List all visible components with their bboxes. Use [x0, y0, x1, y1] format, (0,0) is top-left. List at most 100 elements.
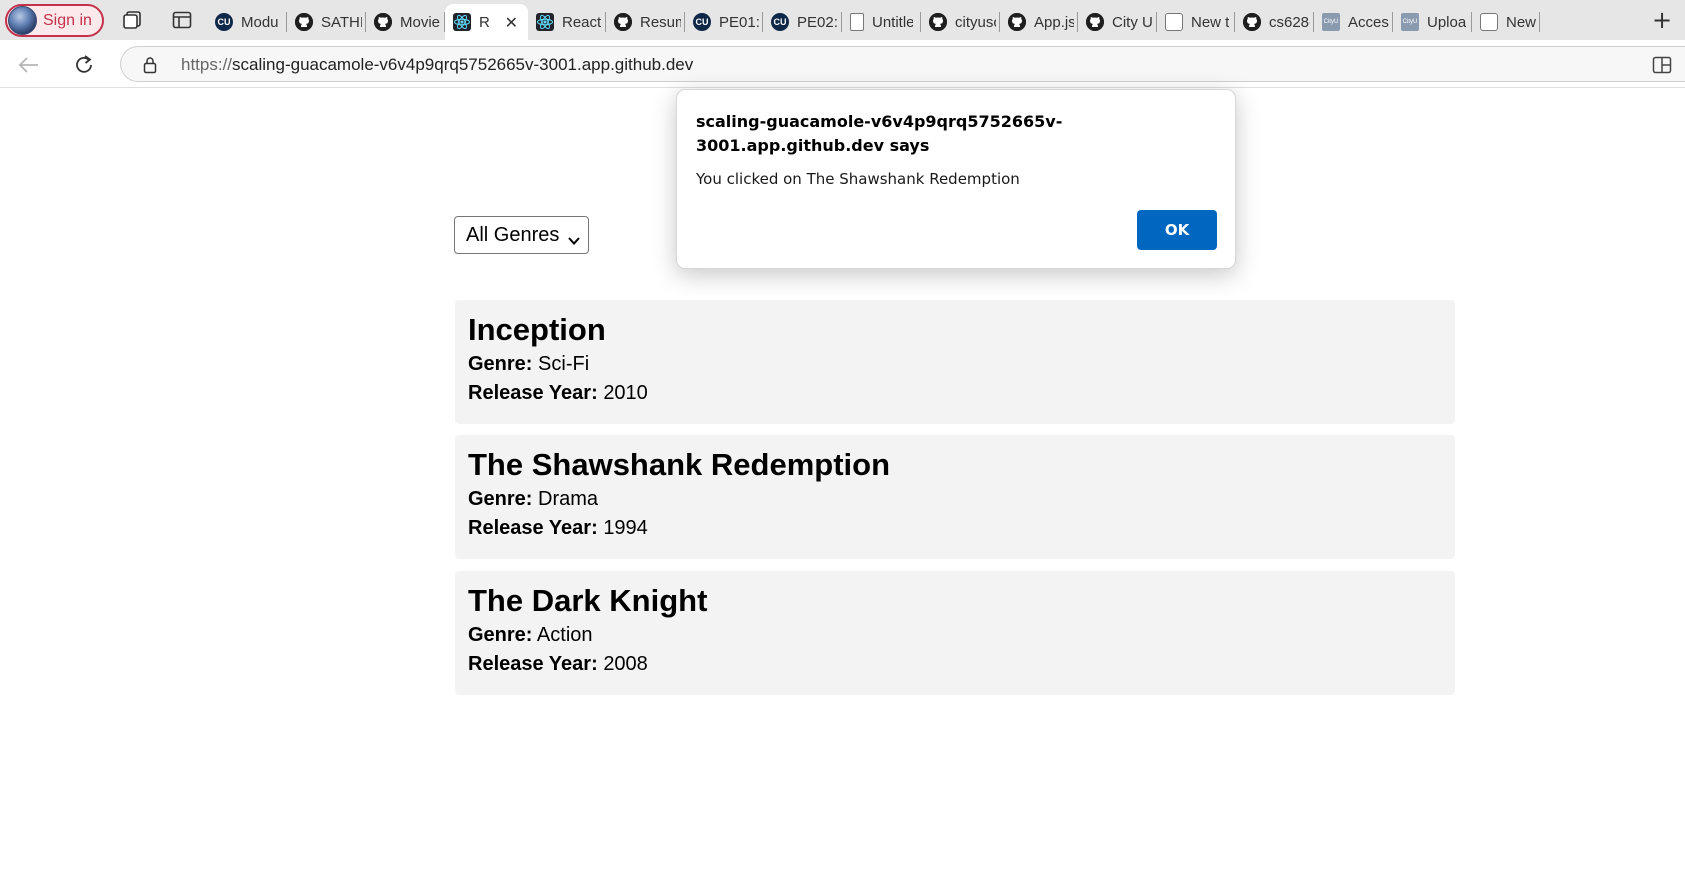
github-icon: [1008, 13, 1026, 31]
workspaces-button[interactable]: [120, 8, 146, 32]
react-icon: [453, 13, 471, 31]
browser-tab[interactable]: R ✕: [445, 4, 528, 40]
url-host: scaling-guacamole-v6v4p9qrq5752665v-3001…: [232, 55, 694, 74]
movie-title: The Dark Knight: [468, 583, 708, 618]
browser-tab[interactable]: cs628-: [1235, 4, 1314, 40]
new-tab-icon: [1480, 13, 1498, 31]
browser-tab[interactable]: cityusc: [921, 4, 1000, 40]
genre-label: Genre:: [468, 624, 533, 646]
release-year-value: 2008: [603, 653, 648, 675]
cu-icon: CU: [215, 13, 233, 31]
browser-tab[interactable]: Untitle: [842, 4, 921, 40]
movie-release-year: Release Year: 2008: [468, 650, 1442, 679]
release-year-label: Release Year:: [468, 382, 598, 404]
genre-label: Genre:: [468, 488, 533, 510]
github-icon: [614, 13, 632, 31]
movie-card[interactable]: The Shawshank Redemption Genre: Drama Re…: [455, 435, 1455, 559]
movie-title: Inception: [468, 312, 606, 347]
tab-title: Acces: [1348, 13, 1389, 31]
cu-icon: CU: [693, 13, 711, 31]
workspaces-icon: [123, 11, 141, 29]
github-icon: [295, 13, 313, 31]
browser-tab[interactable]: CityU Uploa: [1393, 4, 1472, 40]
release-year-value: 1994: [603, 517, 648, 539]
genre-value: Sci-Fi: [538, 353, 590, 375]
lock-icon: [143, 56, 157, 78]
browser-tab[interactable]: CU PE02:: [763, 4, 842, 40]
url-scheme: https://: [181, 55, 233, 74]
alert-message: You clicked on The Shawshank Redemption: [696, 170, 1020, 188]
tab-actions-button[interactable]: [169, 8, 195, 32]
ok-button[interactable]: OK: [1137, 210, 1217, 250]
release-year-label: Release Year:: [468, 653, 598, 675]
back-arrow-icon: [18, 57, 38, 73]
tab-title: New t: [1191, 13, 1230, 31]
tab-title: Movie: [400, 13, 441, 31]
tab-title: PE01:: [719, 13, 759, 31]
sign-in-button[interactable]: Sign in: [5, 4, 104, 37]
tab-title: R: [479, 13, 490, 31]
browser-tab[interactable]: Movie: [366, 4, 445, 40]
address-bar[interactable]: https://scaling-guacamole-v6v4p9qrq57526…: [120, 46, 1685, 82]
browser-tab[interactable]: New t: [1472, 4, 1540, 40]
browser-tab[interactable]: SATHI: [287, 4, 366, 40]
browser-tab[interactable]: App.js: [1000, 4, 1078, 40]
tab-title: New t: [1506, 13, 1536, 31]
browser-tab[interactable]: React: [528, 4, 606, 40]
tab-title: App.js: [1034, 13, 1074, 31]
cityu-icon: CityU: [1401, 13, 1419, 31]
tab-title: Untitle: [872, 13, 913, 31]
refresh-icon: [76, 55, 92, 73]
document-icon: [850, 13, 864, 31]
movie-genre: Genre: Sci-Fi: [468, 350, 1442, 379]
cityu-icon: CityU: [1322, 13, 1340, 31]
movie-card[interactable]: Inception Genre: Sci-Fi Release Year: 20…: [455, 300, 1455, 424]
movie-title: The Shawshank Redemption: [468, 447, 891, 482]
browser-tab[interactable]: CU PE01:: [685, 4, 763, 40]
movie-release-year: Release Year: 2010: [468, 379, 1442, 408]
genre-filter-select[interactable]: All Genres: [454, 216, 589, 254]
tab-title: Uploa: [1427, 13, 1467, 31]
new-tab-button[interactable]: +: [1652, 6, 1672, 34]
tab-title: React: [562, 13, 602, 31]
genre-label: Genre:: [468, 353, 533, 375]
profile-avatar: [8, 6, 37, 35]
back-button[interactable]: [14, 50, 44, 80]
movie-genre: Genre: Action: [468, 621, 1442, 650]
github-icon: [929, 13, 947, 31]
tab-strip: Sign in CUModuSATHIMovieR✕ReactResumCUPE…: [0, 0, 1685, 40]
chevron-down-icon: [568, 229, 580, 252]
browser-tab[interactable]: CU Modu: [207, 4, 287, 40]
browser-tab[interactable]: City U: [1078, 4, 1157, 40]
sign-in-label: Sign in: [43, 11, 92, 29]
movie-release-year: Release Year: 1994: [468, 514, 1442, 543]
url-text[interactable]: https://scaling-guacamole-v6v4p9qrq57526…: [181, 55, 693, 75]
github-icon: [374, 13, 392, 31]
browser-toolbar: https://scaling-guacamole-v6v4p9qrq57526…: [0, 40, 1685, 88]
release-year-label: Release Year:: [468, 517, 598, 539]
react-icon: [536, 13, 554, 31]
release-year-value: 2010: [603, 382, 648, 404]
genre-value: Action: [536, 624, 593, 646]
tab-title: City U: [1112, 13, 1153, 31]
tab-title: SATHI: [321, 13, 362, 31]
tab-title: cs628-: [1269, 13, 1310, 31]
split-screen-icon: [1652, 56, 1672, 74]
tab-title: cityusc: [955, 13, 996, 31]
close-icon[interactable]: ✕: [505, 13, 518, 32]
github-icon: [1243, 13, 1261, 31]
browser-tab[interactable]: Resum: [606, 4, 685, 40]
movie-card[interactable]: The Dark Knight Genre: Action Release Ye…: [455, 571, 1455, 695]
alert-dialog: scaling-guacamole-v6v4p9qrq5752665v-3001…: [676, 89, 1236, 269]
cu-icon: CU: [771, 13, 789, 31]
refresh-button[interactable]: [69, 50, 99, 80]
github-icon: [1086, 13, 1104, 31]
tab-separator: [1539, 12, 1540, 32]
browser-tab[interactable]: New t: [1157, 4, 1235, 40]
alert-title: scaling-guacamole-v6v4p9qrq5752665v-3001…: [696, 112, 1063, 155]
tab-title: Resum: [640, 13, 681, 31]
genre-value: Drama: [538, 488, 599, 510]
extensions-button[interactable]: [1652, 56, 1672, 78]
new-tab-icon: [1165, 13, 1183, 31]
browser-tab[interactable]: CityU Acces: [1314, 4, 1393, 40]
